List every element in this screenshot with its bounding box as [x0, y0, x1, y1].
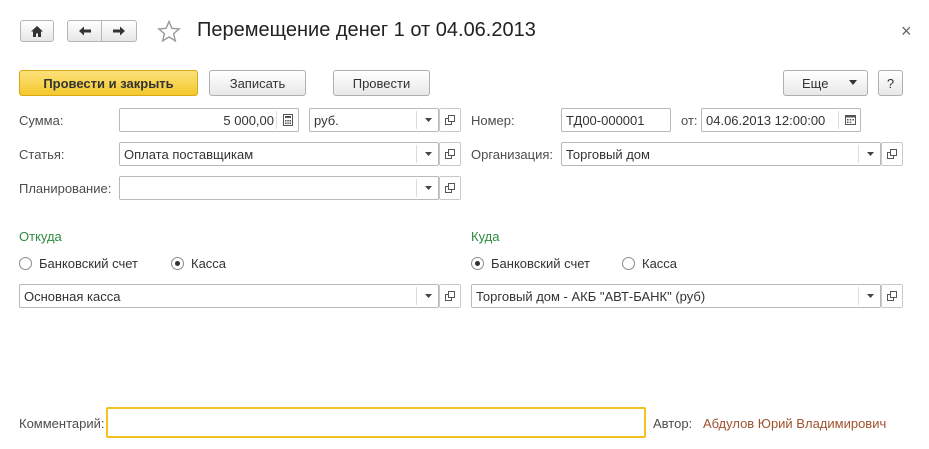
open-icon [887, 149, 897, 159]
from-section-title: Откуда [19, 229, 62, 244]
dropdown-arrow-icon [424, 186, 432, 190]
dropdown-arrow-icon [866, 294, 874, 298]
article-dropdown[interactable] [418, 143, 438, 165]
organization-value: Торговый дом [566, 147, 650, 162]
planning-open-button[interactable] [439, 176, 461, 200]
currency-value: руб. [314, 113, 339, 128]
number-value: ТД00-000001 [566, 113, 645, 128]
dropdown-arrow-icon [424, 152, 432, 156]
to-cash-radio[interactable]: Касса [622, 256, 677, 271]
radio-circle [19, 257, 32, 270]
currency-dropdown[interactable] [418, 109, 438, 131]
article-value: Оплата поставщикам [124, 147, 254, 162]
forward-button[interactable] [101, 20, 137, 42]
to-open-button[interactable] [881, 284, 903, 308]
dropdown-arrow-icon [866, 152, 874, 156]
author-label: Автор: [653, 416, 693, 431]
to-value: Торговый дом - АКБ "АВТ-БАНК" (руб) [476, 289, 706, 304]
date-value: 04.06.2013 12:00:00 [706, 113, 826, 128]
page-title: Перемещение денег 1 от 04.06.2013 [197, 19, 536, 41]
help-button[interactable]: ? [878, 70, 903, 96]
open-icon [445, 149, 455, 159]
planning-label: Планирование: [19, 181, 112, 196]
to-bank-label: Банковский счет [491, 256, 590, 271]
number-label: Номер: [471, 113, 515, 128]
radio-circle-selected [171, 257, 184, 270]
planning-field[interactable] [119, 176, 439, 200]
author-link[interactable]: Абдулов Юрий Владимирович [703, 416, 886, 431]
open-icon [887, 291, 897, 301]
dropdown-arrow-icon [424, 118, 432, 122]
back-arrow-icon [78, 26, 91, 36]
dropdown-arrow-icon [424, 294, 432, 298]
post-button[interactable]: Провести [333, 70, 430, 96]
back-button[interactable] [67, 20, 102, 42]
number-field[interactable]: ТД00-000001 [561, 108, 671, 132]
chevron-down-icon [849, 80, 857, 85]
article-label: Статья: [19, 147, 65, 162]
open-icon [445, 183, 455, 193]
from-field[interactable]: Основная касса [19, 284, 439, 308]
to-dropdown[interactable] [860, 285, 880, 307]
calendar-icon [844, 115, 856, 125]
to-field[interactable]: Торговый дом - АКБ "АВТ-БАНК" (руб) [471, 284, 881, 308]
from-bank-radio[interactable]: Банковский счет [19, 256, 138, 271]
more-button[interactable]: Еще [783, 70, 868, 96]
calculator-button[interactable] [278, 109, 298, 131]
to-section-title: Куда [471, 229, 500, 244]
home-icon [31, 25, 43, 37]
to-bank-radio[interactable]: Банковский счет [471, 256, 590, 271]
from-dropdown[interactable] [418, 285, 438, 307]
from-cash-label: Касса [191, 256, 227, 271]
forward-arrow-icon [113, 26, 125, 36]
currency-field[interactable]: руб. [309, 108, 439, 132]
to-cash-label: Касса [642, 256, 678, 271]
organization-open-button[interactable] [881, 142, 903, 166]
organization-label: Организация: [471, 147, 554, 162]
amount-field[interactable]: 5 000,00 [119, 108, 299, 132]
from-bank-label: Банковский счет [39, 256, 138, 271]
radio-circle-selected [471, 257, 484, 270]
article-open-button[interactable] [439, 142, 461, 166]
amount-value: 5 000,00 [223, 113, 274, 128]
home-button[interactable] [20, 20, 54, 42]
radio-circle [622, 257, 635, 270]
planning-dropdown[interactable] [418, 177, 438, 199]
comment-label: Комментарий: [19, 416, 105, 431]
close-icon[interactable]: × [901, 21, 912, 42]
more-label: Еще [802, 75, 829, 91]
save-button[interactable]: Записать [209, 70, 306, 96]
calendar-button[interactable] [840, 109, 860, 131]
organization-dropdown[interactable] [860, 143, 880, 165]
calculator-icon [283, 114, 293, 126]
from-open-button[interactable] [439, 284, 461, 308]
open-icon [445, 115, 455, 125]
open-icon [445, 291, 455, 301]
article-field[interactable]: Оплата поставщикам [119, 142, 439, 166]
from-cash-radio[interactable]: Касса [171, 256, 226, 271]
amount-label: Сумма: [19, 113, 64, 128]
post-and-close-button[interactable]: Провести и закрыть [19, 70, 198, 96]
star-icon[interactable] [157, 20, 181, 43]
date-label: от: [681, 113, 698, 128]
date-field[interactable]: 04.06.2013 12:00:00 [701, 108, 861, 132]
comment-field[interactable] [106, 407, 646, 438]
organization-field[interactable]: Торговый дом [561, 142, 881, 166]
currency-open-button[interactable] [439, 108, 461, 132]
from-value: Основная касса [24, 289, 121, 304]
